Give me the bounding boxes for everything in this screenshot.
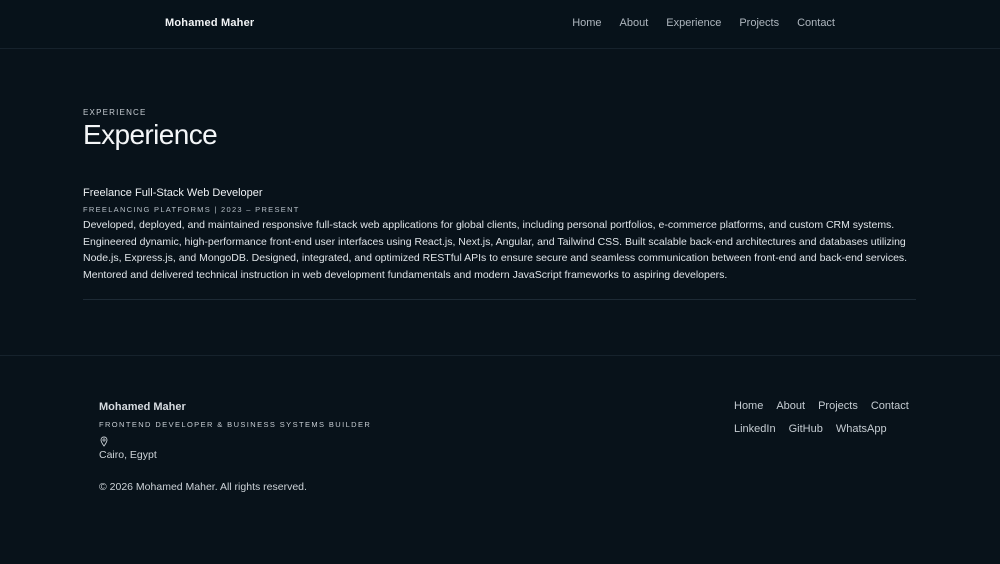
section-title: Experience <box>83 119 218 150</box>
footer-link-projects[interactable]: Projects <box>818 400 858 412</box>
job-description: Developed, deployed, and maintained resp… <box>83 219 908 281</box>
nav-projects[interactable]: Projects <box>739 17 779 29</box>
experience-section: EXPERIENCE Experience Freelance Full-Sta… <box>83 108 916 301</box>
footer-tagline: FRONTEND DEVELOPER & BUSINESS SYSTEMS BU… <box>99 420 372 429</box>
footer-link-contact[interactable]: Contact <box>871 400 909 412</box>
footer-nav: Home About Projects Contact <box>734 400 909 412</box>
nav-contact[interactable]: Contact <box>797 17 835 29</box>
footer-brand: Mohamed Maher <box>99 401 186 413</box>
footer-social: LinkedIn GitHub WhatsApp <box>734 423 887 435</box>
job-title: Freelance Full-Stack Web Developer <box>83 187 263 199</box>
site-footer: Mohamed Maher FRONTEND DEVELOPER & BUSIN… <box>0 355 1000 564</box>
social-whatsapp[interactable]: WhatsApp <box>836 423 887 435</box>
nav-home[interactable]: Home <box>572 17 601 29</box>
social-github[interactable]: GitHub <box>789 423 823 435</box>
footer-link-about[interactable]: About <box>776 400 805 412</box>
map-pin-icon <box>100 436 108 447</box>
job-meta: FREELANCING PLATFORMS | 2023 – PRESENT <box>83 205 300 214</box>
nav-experience[interactable]: Experience <box>666 17 721 29</box>
footer-location: Cairo, Egypt <box>99 449 157 461</box>
main-nav: Home About Experience Projects Contact <box>572 17 835 29</box>
experience-item: Freelance Full-Stack Web Developer FREEL… <box>83 187 916 301</box>
social-linkedin[interactable]: LinkedIn <box>734 423 776 435</box>
top-navbar: Mohamed Maher Home About Experience Proj… <box>0 0 1000 49</box>
nav-about[interactable]: About <box>620 17 649 29</box>
section-eyebrow: EXPERIENCE <box>83 108 147 117</box>
footer-link-home[interactable]: Home <box>734 400 763 412</box>
footer-copyright: © 2026 Mohamed Maher. All rights reserve… <box>99 481 307 493</box>
brand-logo[interactable]: Mohamed Maher <box>165 17 254 29</box>
